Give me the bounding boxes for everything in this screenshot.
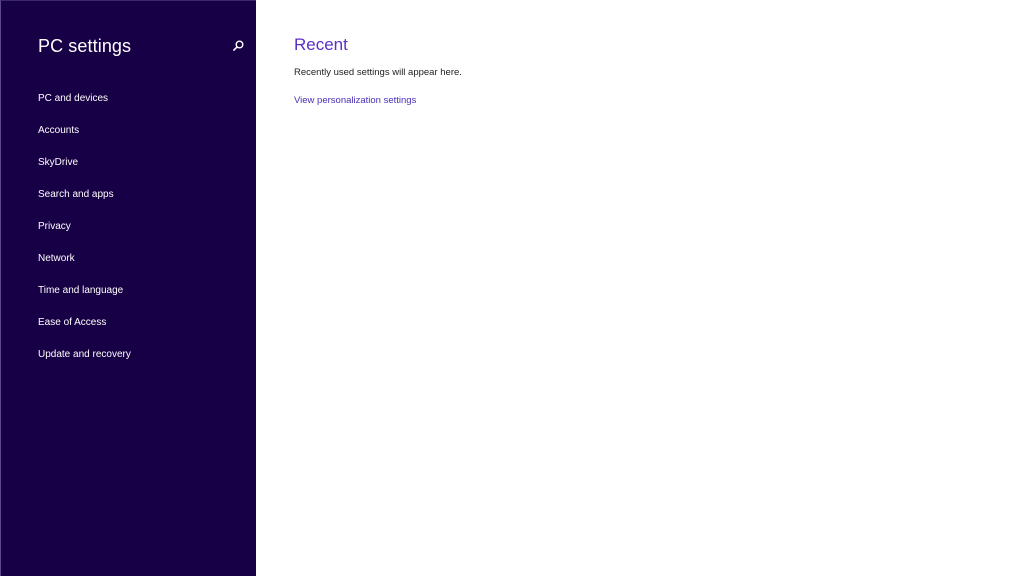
- sidebar-item-label: Time and language: [38, 285, 124, 296]
- pc-settings-window: PC settings PC and devices Accounts SkyD…: [0, 0, 1024, 576]
- page-title: Recent: [294, 35, 348, 54]
- sidebar: PC settings PC and devices Accounts SkyD…: [0, 0, 256, 576]
- sidebar-item-time-and-language[interactable]: Time and language: [1, 275, 257, 307]
- sidebar-item-search-and-apps[interactable]: Search and apps: [1, 179, 257, 211]
- sidebar-item-label: Ease of Access: [38, 317, 107, 328]
- sidebar-item-ease-of-access[interactable]: Ease of Access: [1, 307, 257, 339]
- sidebar-item-label: Update and recovery: [38, 349, 131, 360]
- recent-description: Recently used settings will appear here.: [294, 67, 462, 78]
- sidebar-title: PC settings: [38, 36, 132, 56]
- sidebar-item-label: Privacy: [38, 221, 71, 232]
- sidebar-item-network[interactable]: Network: [1, 243, 257, 275]
- sidebar-nav: PC and devices Accounts SkyDrive Search …: [1, 83, 257, 371]
- sidebar-item-label: Search and apps: [38, 189, 114, 200]
- main-content: Recent Recently used settings will appea…: [256, 0, 1024, 576]
- sidebar-item-accounts[interactable]: Accounts: [1, 115, 257, 147]
- view-personalization-settings-link[interactable]: View personalization settings: [294, 95, 416, 107]
- sidebar-item-pc-and-devices[interactable]: PC and devices: [1, 83, 257, 115]
- sidebar-item-label: Accounts: [38, 125, 80, 136]
- sidebar-item-skydrive[interactable]: SkyDrive: [1, 147, 257, 179]
- sidebar-item-label: PC and devices: [38, 93, 109, 104]
- search-button[interactable]: [230, 37, 246, 53]
- sidebar-item-label: Network: [38, 253, 75, 264]
- sidebar-item-label: SkyDrive: [38, 157, 79, 168]
- sidebar-item-update-and-recovery[interactable]: Update and recovery: [1, 339, 257, 371]
- sidebar-item-privacy[interactable]: Privacy: [1, 211, 257, 243]
- search-icon: [232, 40, 243, 51]
